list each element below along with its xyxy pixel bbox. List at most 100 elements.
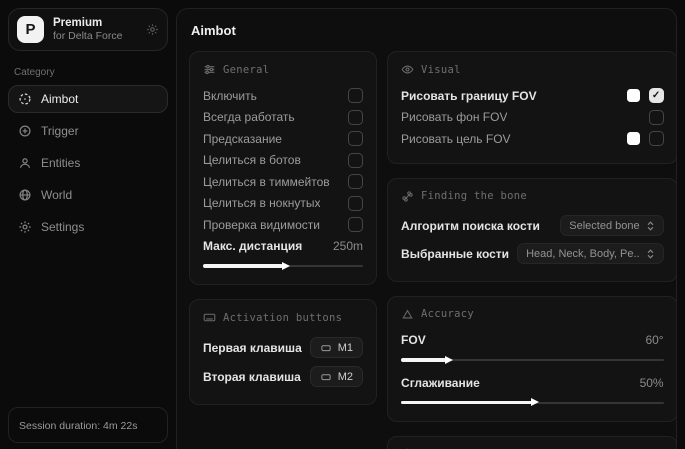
sliders-icon xyxy=(203,63,216,76)
keybind-label: Первая клавиша xyxy=(203,341,302,355)
bone-row: Алгоритм поиска кости Selected bone xyxy=(401,212,664,240)
visual-panel: Visual Рисовать границу FOV Рисовать фон… xyxy=(387,51,677,164)
bone-label: Выбранные кости xyxy=(401,247,509,261)
max-distance-slider[interactable] xyxy=(203,261,363,271)
toggle-label: Целиться в тиммейтов xyxy=(203,175,330,189)
finding-the-bone-panel: Finding the bone Алгоритм поиска кости S… xyxy=(387,178,677,282)
checkbox[interactable] xyxy=(649,131,664,146)
brand-title: Premium xyxy=(53,17,137,30)
color-swatch[interactable] xyxy=(627,132,640,145)
checkbox[interactable] xyxy=(348,88,363,103)
selected-bones-dropdown[interactable]: Head, Neck, Body, Pe.. xyxy=(517,243,664,264)
keybind-button-m2[interactable]: M2 xyxy=(310,366,363,387)
slider-value: 250m xyxy=(333,239,363,253)
keybind-value: M1 xyxy=(338,342,353,354)
slider-thumb[interactable] xyxy=(445,356,453,364)
session-duration: Session duration: 4m 22s xyxy=(8,407,168,443)
brand-subtitle: for Delta Force xyxy=(53,30,137,42)
switch-delay-panel: Switch Delay Задержка переключения Задер… xyxy=(387,436,677,449)
visual-label: Рисовать фон FOV xyxy=(401,110,507,124)
mouse-icon xyxy=(320,371,332,383)
bone-icon xyxy=(401,190,414,203)
sidebar-item-settings[interactable]: Settings xyxy=(8,213,168,241)
slider-row: Сглаживание 50% xyxy=(401,372,664,394)
dropdown-value: Selected bone xyxy=(569,220,639,232)
checkbox[interactable] xyxy=(348,217,363,232)
sidebar-item-trigger[interactable]: Trigger xyxy=(8,117,168,145)
gear-icon[interactable] xyxy=(146,23,159,36)
gear-icon xyxy=(18,220,32,234)
toggle-row: Включить xyxy=(203,85,363,107)
sidebar-item-aimbot[interactable]: Aimbot xyxy=(8,85,168,113)
toggle-label: Предсказание xyxy=(203,132,282,146)
sidebar: P Premium for Delta Force Category Aimbo… xyxy=(0,0,176,449)
keybind-row: Вторая клавиша M2 xyxy=(203,362,363,391)
crosshair-icon xyxy=(18,92,32,106)
chevron-updown-icon xyxy=(646,249,655,259)
checkbox[interactable] xyxy=(649,110,664,125)
sidebar-item-label: World xyxy=(41,188,72,202)
checkbox[interactable] xyxy=(348,196,363,211)
keybind-value: M2 xyxy=(338,371,353,383)
keybind-label: Вторая клавиша xyxy=(203,370,301,384)
fov-slider[interactable] xyxy=(401,355,664,365)
sidebar-item-label: Trigger xyxy=(41,124,79,138)
checkbox[interactable] xyxy=(348,153,363,168)
eye-icon xyxy=(401,63,414,76)
sidebar-item-entities[interactable]: Entities xyxy=(8,149,168,177)
toggle-row: Целиться в тиммейтов xyxy=(203,171,363,193)
bone-label: Алгоритм поиска кости xyxy=(401,219,540,233)
toggle-row: Проверка видимости xyxy=(203,214,363,236)
bone-row: Выбранные кости Head, Neck, Body, Pe.. xyxy=(401,240,664,268)
sidebar-nav: Aimbot Trigger Entities xyxy=(8,85,168,241)
visual-row: Рисовать цель FOV xyxy=(401,128,664,150)
globe-icon xyxy=(18,188,32,202)
panel-title: Accuracy xyxy=(421,308,474,320)
toggle-row: Целиться в ботов xyxy=(203,150,363,172)
toggle-row: Всегда работать xyxy=(203,107,363,129)
keybind-button-m1[interactable]: M1 xyxy=(310,337,363,358)
toggle-label: Целиться в нокнутых xyxy=(203,196,320,210)
checkbox[interactable] xyxy=(348,110,363,125)
chevron-updown-icon xyxy=(646,221,655,231)
general-panel: General Включить Всегда работать Предска… xyxy=(189,51,377,285)
keybind-row: Первая клавиша M1 xyxy=(203,333,363,362)
panel-title: General xyxy=(223,64,269,76)
sidebar-item-label: Aimbot xyxy=(41,92,78,106)
panel-title: Finding the bone xyxy=(421,190,527,202)
dropdown-value: Head, Neck, Body, Pe.. xyxy=(526,248,640,260)
activation-buttons-panel: Activation buttons Первая клавиша M1 xyxy=(189,299,377,405)
slider-row: Макс. дистанция 250m xyxy=(203,236,363,258)
slider-row: FOV 60° xyxy=(401,330,664,352)
toggle-label: Включить xyxy=(203,89,257,103)
slider-value: 50% xyxy=(640,376,664,390)
slider-label: Макс. дистанция xyxy=(203,239,302,253)
checkbox[interactable] xyxy=(649,88,664,103)
page-title: Aimbot xyxy=(189,21,664,38)
accuracy-panel: Accuracy FOV 60° Сглаживание 50% xyxy=(387,296,677,422)
users-icon xyxy=(18,156,32,170)
category-label: Category xyxy=(14,67,168,78)
keyboard-icon xyxy=(203,311,216,324)
bone-algorithm-dropdown[interactable]: Selected bone xyxy=(560,215,663,236)
visual-row: Рисовать фон FOV xyxy=(401,107,664,129)
color-swatch[interactable] xyxy=(627,89,640,102)
slider-label: FOV xyxy=(401,333,426,347)
mouse-icon xyxy=(320,342,332,354)
toggle-label: Проверка видимости xyxy=(203,218,320,232)
checkbox[interactable] xyxy=(348,174,363,189)
toggle-label: Целиться в ботов xyxy=(203,153,301,167)
checkbox[interactable] xyxy=(348,131,363,146)
triangle-icon xyxy=(401,308,414,321)
slider-value: 60° xyxy=(645,333,663,347)
panel-title: Activation buttons xyxy=(223,312,342,324)
sidebar-item-label: Settings xyxy=(41,220,84,234)
smoothing-slider[interactable] xyxy=(401,398,664,408)
visual-row: Рисовать границу FOV xyxy=(401,85,664,107)
slider-label: Сглаживание xyxy=(401,376,480,390)
slider-thumb[interactable] xyxy=(282,262,290,270)
visual-label: Рисовать границу FOV xyxy=(401,89,537,103)
sidebar-item-world[interactable]: World xyxy=(8,181,168,209)
sidebar-item-label: Entities xyxy=(41,156,80,170)
slider-thumb[interactable] xyxy=(531,398,539,406)
